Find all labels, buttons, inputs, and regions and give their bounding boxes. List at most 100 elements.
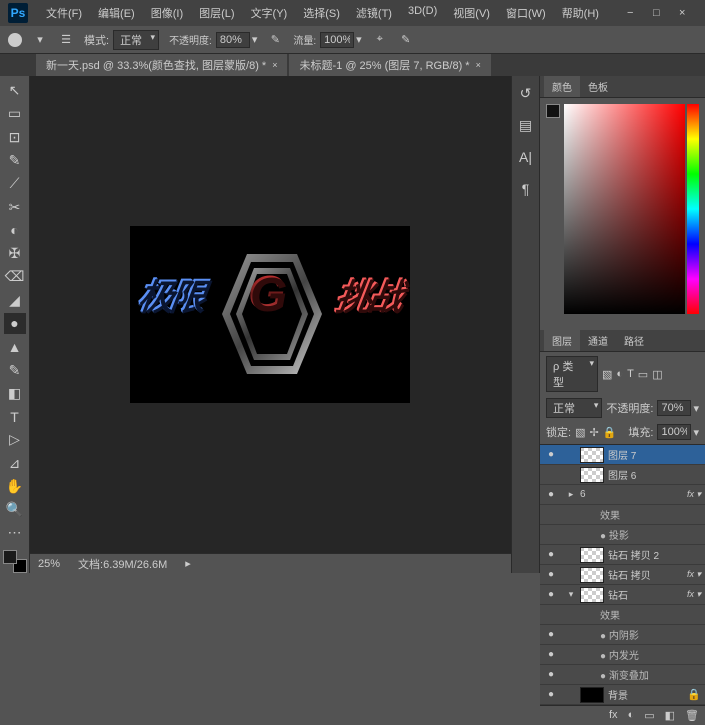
layer-thumbnail[interactable] — [580, 587, 604, 603]
layer-row[interactable]: ● 钻石 拷贝 2 — [540, 545, 705, 565]
layer-name[interactable]: ● 渐变叠加 — [594, 667, 701, 682]
layer-blend-dropdown[interactable]: 正常 — [546, 398, 602, 418]
tool-2[interactable]: ⊡ — [4, 127, 26, 148]
menu-item-4[interactable]: 文字(Y) — [243, 1, 296, 25]
visibility-toggle[interactable]: ● — [544, 569, 558, 580]
layer-opacity-flyout-icon[interactable]: ▾ — [693, 402, 699, 415]
disclosure-icon[interactable]: ▸ — [566, 489, 576, 500]
tool-14[interactable]: T — [4, 406, 26, 427]
opacity-flyout-icon[interactable]: ▾ — [252, 33, 258, 46]
layers-action-3[interactable]: ◧ — [665, 709, 675, 722]
menu-item-0[interactable]: 文件(F) — [38, 1, 90, 25]
layer-name[interactable]: 钻石 拷贝 — [608, 567, 683, 582]
layers-action-0[interactable]: fx — [609, 709, 618, 722]
canvas-area[interactable]: 极限 G 挑战 25% 文档:6.39M/26.6M ▸ — [30, 76, 511, 573]
lock-position-icon[interactable]: ✢ — [589, 426, 598, 439]
menu-item-8[interactable]: 视图(V) — [445, 1, 498, 25]
opacity-input[interactable] — [216, 32, 250, 48]
tool-1[interactable]: ▭ — [4, 103, 26, 124]
lock-pixels-icon[interactable]: 🔒 — [603, 426, 617, 439]
menu-item-9[interactable]: 窗口(W) — [498, 1, 554, 25]
layer-fill-flyout-icon[interactable]: ▾ — [693, 426, 699, 439]
foreground-swatch[interactable] — [546, 104, 560, 118]
tool-13[interactable]: ◧ — [4, 383, 26, 404]
tool-9[interactable]: ◢ — [4, 290, 26, 311]
layer-filter-dropdown[interactable]: ρ 类型 — [546, 356, 598, 392]
layer-name[interactable]: ● 投影 — [594, 527, 701, 542]
layer-name[interactable]: 6 — [580, 489, 683, 500]
color-field[interactable] — [564, 104, 685, 314]
tool-8[interactable]: ⌫ — [4, 266, 26, 287]
tool-16[interactable]: ⊿ — [4, 453, 26, 474]
layer-row[interactable]: ● ● 渐变叠加 — [540, 665, 705, 685]
visibility-toggle[interactable]: ● — [544, 589, 558, 600]
menu-item-5[interactable]: 选择(S) — [295, 1, 348, 25]
disclosure-icon[interactable]: ▾ — [566, 589, 576, 600]
airbrush-icon[interactable]: ⌖ — [372, 32, 388, 48]
brush-panel-icon[interactable]: ☰ — [58, 32, 74, 48]
layer-row[interactable]: 图层 6 — [540, 465, 705, 485]
visibility-toggle[interactable]: ● — [544, 549, 558, 560]
fx-badge[interactable]: fx ▾ — [687, 589, 701, 600]
visibility-toggle[interactable]: ● — [544, 449, 558, 460]
filter-shape-icon[interactable]: ▭ — [638, 368, 648, 381]
layers-tab-2[interactable]: 路径 — [616, 330, 652, 351]
character-panel-icon[interactable]: A| — [517, 148, 535, 166]
visibility-toggle[interactable]: ● — [544, 629, 558, 640]
layer-opacity-input[interactable] — [657, 400, 691, 416]
layer-name[interactable]: ● 内阴影 — [594, 627, 701, 642]
tool-0[interactable]: ↖ — [4, 80, 26, 101]
tool-7[interactable]: ✠ — [4, 243, 26, 264]
layer-row[interactable]: ● ▾ 钻石 fx ▾ — [540, 585, 705, 605]
layer-name[interactable]: 效果 — [594, 607, 701, 622]
color-swatches[interactable] — [3, 550, 27, 573]
blend-mode-dropdown[interactable]: 正常 — [113, 30, 159, 50]
filter-smart-icon[interactable]: ◫ — [652, 368, 662, 381]
layer-name[interactable]: 图层 6 — [608, 467, 701, 482]
layer-name[interactable]: 钻石 拷贝 2 — [608, 547, 701, 562]
layer-row[interactable]: ● ▸ 6 fx ▾ — [540, 485, 705, 505]
menu-item-6[interactable]: 滤镜(T) — [348, 1, 400, 25]
menu-item-1[interactable]: 编辑(E) — [90, 1, 143, 25]
tab-close-icon[interactable]: × — [272, 60, 277, 70]
color-tab-0[interactable]: 颜色 — [544, 76, 580, 97]
layer-row[interactable]: ● 投影 — [540, 525, 705, 545]
paragraph-panel-icon[interactable]: ¶ — [517, 180, 535, 198]
tool-19[interactable]: ⋯ — [4, 522, 26, 543]
tab-close-icon[interactable]: × — [476, 60, 481, 70]
lock-all-icon[interactable]: ▧ — [575, 426, 585, 439]
minimize-button[interactable]: − — [627, 7, 639, 19]
properties-panel-icon[interactable]: ▤ — [517, 116, 535, 134]
layers-action-4[interactable]: 🗑 — [685, 709, 699, 722]
layers-tab-1[interactable]: 通道 — [580, 330, 616, 351]
fx-badge[interactable]: fx ▾ — [687, 569, 701, 580]
flow-flyout-icon[interactable]: ▾ — [356, 33, 362, 46]
zoom-level[interactable]: 25% — [38, 558, 60, 570]
brush-preview-icon[interactable] — [8, 33, 22, 47]
layer-name[interactable]: 钻石 — [608, 587, 683, 602]
visibility-toggle[interactable]: ● — [544, 489, 558, 500]
layers-list[interactable]: ●图层 7图层 6●▸6fx ▾效果● 投影●钻石 拷贝 2●钻石 拷贝fx ▾… — [540, 445, 705, 705]
visibility-toggle[interactable]: ● — [544, 689, 558, 700]
close-button[interactable]: × — [679, 7, 691, 19]
layers-action-1[interactable]: ◐ — [628, 709, 635, 722]
brush-preset-picker[interactable]: ▾ — [32, 32, 48, 48]
tool-3[interactable]: ✎ — [4, 150, 26, 171]
fx-badge[interactable]: fx ▾ — [687, 489, 701, 500]
filter-adjust-icon[interactable]: ◐ — [616, 368, 623, 380]
layer-row[interactable]: ●背景🔒 — [540, 685, 705, 705]
layer-row[interactable]: ● 钻石 拷贝 fx ▾ — [540, 565, 705, 585]
filter-pixel-icon[interactable]: ▧ — [602, 368, 612, 381]
layer-thumbnail[interactable] — [580, 447, 604, 463]
foreground-color[interactable] — [3, 550, 17, 564]
menu-item-7[interactable]: 3D(D) — [400, 1, 445, 25]
visibility-toggle[interactable]: ● — [544, 669, 558, 680]
layers-action-2[interactable]: ▭ — [644, 709, 654, 722]
flow-input[interactable] — [320, 32, 354, 48]
document-tab-0[interactable]: 新一天.psd @ 33.3%(颜色查找, 图层蒙版/8) *× — [36, 53, 287, 76]
document-tab-1[interactable]: 未标题-1 @ 25% (图层 7, RGB/8) *× — [289, 53, 490, 76]
layer-row[interactable]: ●● 内发光 — [540, 645, 705, 665]
tool-17[interactable]: ✋ — [4, 476, 26, 497]
hue-slider[interactable] — [687, 104, 699, 314]
layer-thumbnail[interactable] — [580, 547, 604, 563]
